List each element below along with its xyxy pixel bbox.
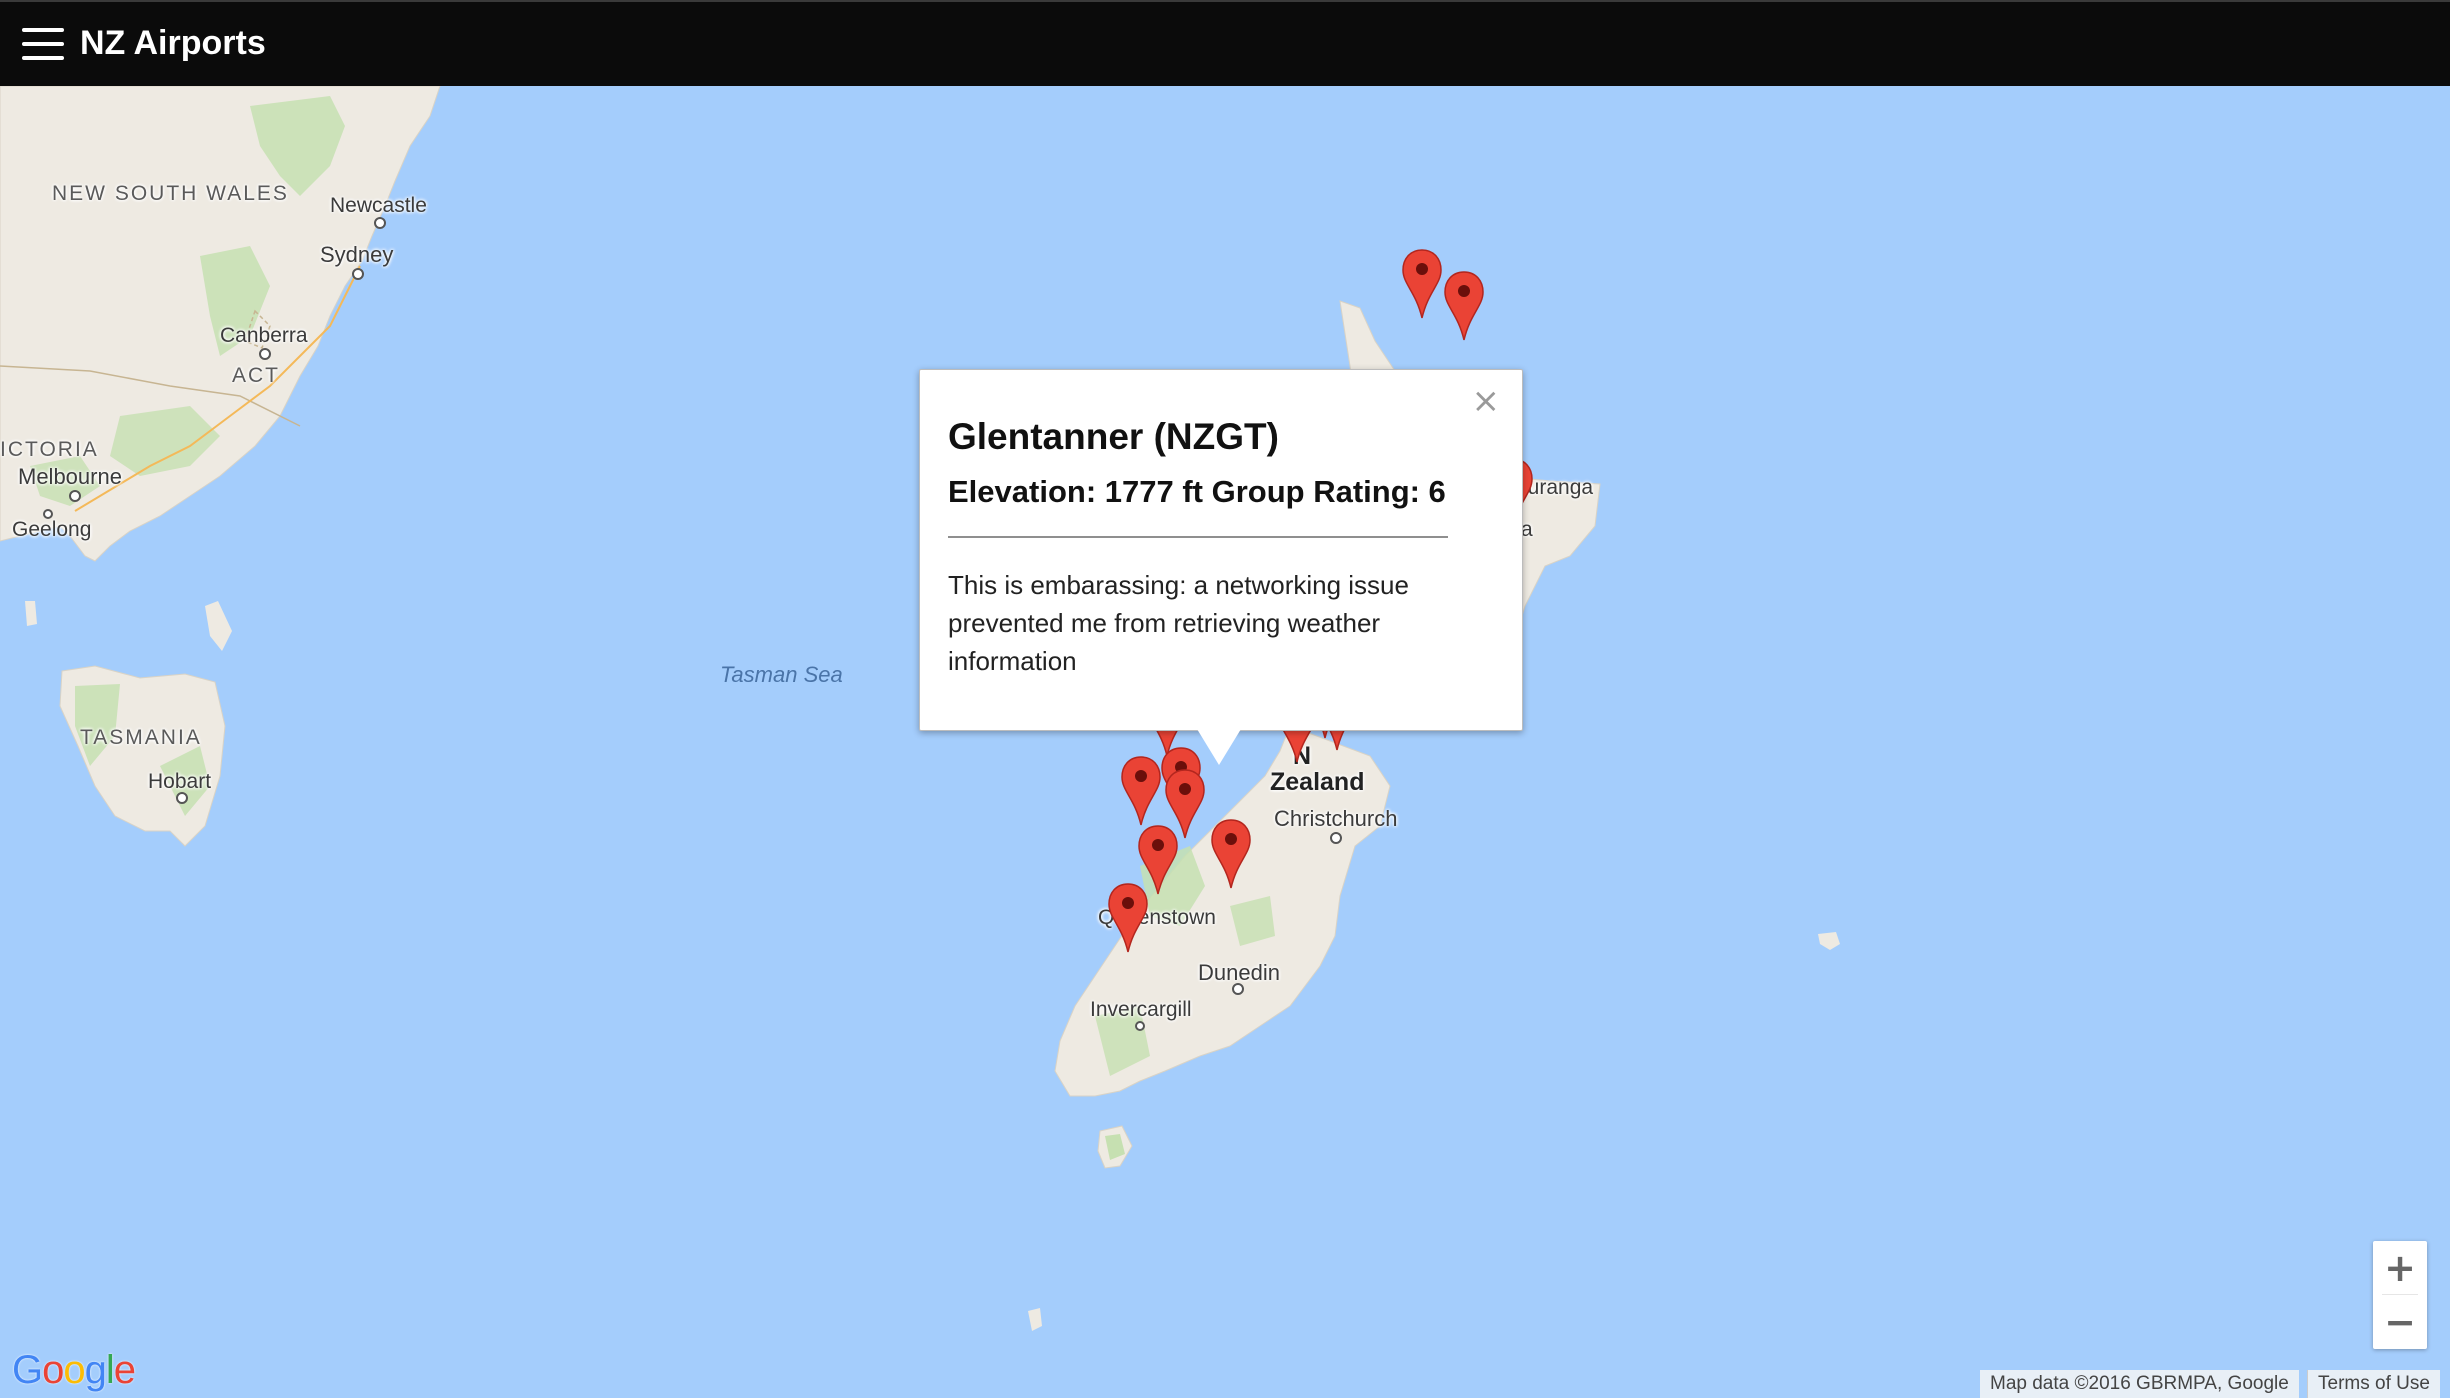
map-pin-icon bbox=[1444, 271, 1484, 341]
airport-marker[interactable] bbox=[1120, 755, 1162, 827]
zoom-out-button[interactable]: − bbox=[2373, 1295, 2427, 1349]
map-label-tasman-sea: Tasman Sea bbox=[720, 662, 843, 687]
map-label-dunedin: Dunedin bbox=[1198, 960, 1280, 985]
info-window-pointer bbox=[1197, 729, 1241, 765]
map-label-tasmania: TASMANIA bbox=[80, 726, 202, 749]
map-label-christchurch: Christchurch bbox=[1274, 806, 1398, 831]
map-label-act: ACT bbox=[232, 364, 280, 387]
close-icon[interactable]: × bbox=[1472, 384, 1501, 418]
google-logo[interactable]: Google bbox=[12, 1348, 136, 1393]
map-label-new-south-wales: NEW SOUTH WALES bbox=[52, 182, 289, 205]
terms-of-use-link[interactable]: Terms of Use bbox=[2307, 1370, 2440, 1398]
app-root: NZ Airports NEW SOUTH WALES Newcastle Sy… bbox=[0, 0, 2450, 1398]
popup-subtitle: Elevation: 1777 ft Group Rating: 6 bbox=[948, 474, 1446, 509]
zoom-in-button[interactable]: + bbox=[2373, 1241, 2427, 1295]
map-label-new-zealand-2: Zealand bbox=[1270, 768, 1365, 796]
zoom-control: + − bbox=[2373, 1241, 2427, 1349]
popup-divider bbox=[948, 536, 1448, 538]
popup-body: This is embarassing: a networking issue … bbox=[948, 570, 1409, 676]
map-pin-icon bbox=[1402, 249, 1442, 319]
map-label-invercargill: Invercargill bbox=[1090, 998, 1192, 1021]
top-bar: NZ Airports bbox=[0, 0, 2450, 86]
map-pin-icon bbox=[1108, 883, 1148, 953]
map-pin-icon bbox=[1211, 819, 1251, 889]
hamburger-menu-icon[interactable] bbox=[22, 26, 64, 62]
airport-marker[interactable] bbox=[1107, 882, 1149, 954]
airport-info-window: × Glentanner (NZGT) Elevation: 1777 ft G… bbox=[919, 369, 1523, 731]
app-title: NZ Airports bbox=[80, 24, 266, 62]
popup-title: Glentanner (NZGT) bbox=[948, 416, 1279, 457]
map-pin-icon bbox=[1121, 756, 1161, 826]
airport-marker[interactable] bbox=[1210, 818, 1252, 890]
airport-marker[interactable] bbox=[1401, 248, 1443, 320]
map-label-canberra: Canberra bbox=[220, 324, 308, 347]
map-label-hobart: Hobart bbox=[148, 770, 212, 793]
map-label-sydney: Sydney bbox=[320, 242, 394, 267]
map-label-newcastle: Newcastle bbox=[330, 194, 427, 217]
map-label-geelong: Geelong bbox=[12, 518, 92, 541]
map-data-attribution: Map data ©2016 GBRMPA, Google bbox=[1980, 1370, 2299, 1398]
map-label-melbourne: Melbourne bbox=[18, 464, 122, 489]
map-label-victoria: ICTORIA bbox=[0, 438, 99, 461]
airport-marker[interactable] bbox=[1443, 270, 1485, 342]
